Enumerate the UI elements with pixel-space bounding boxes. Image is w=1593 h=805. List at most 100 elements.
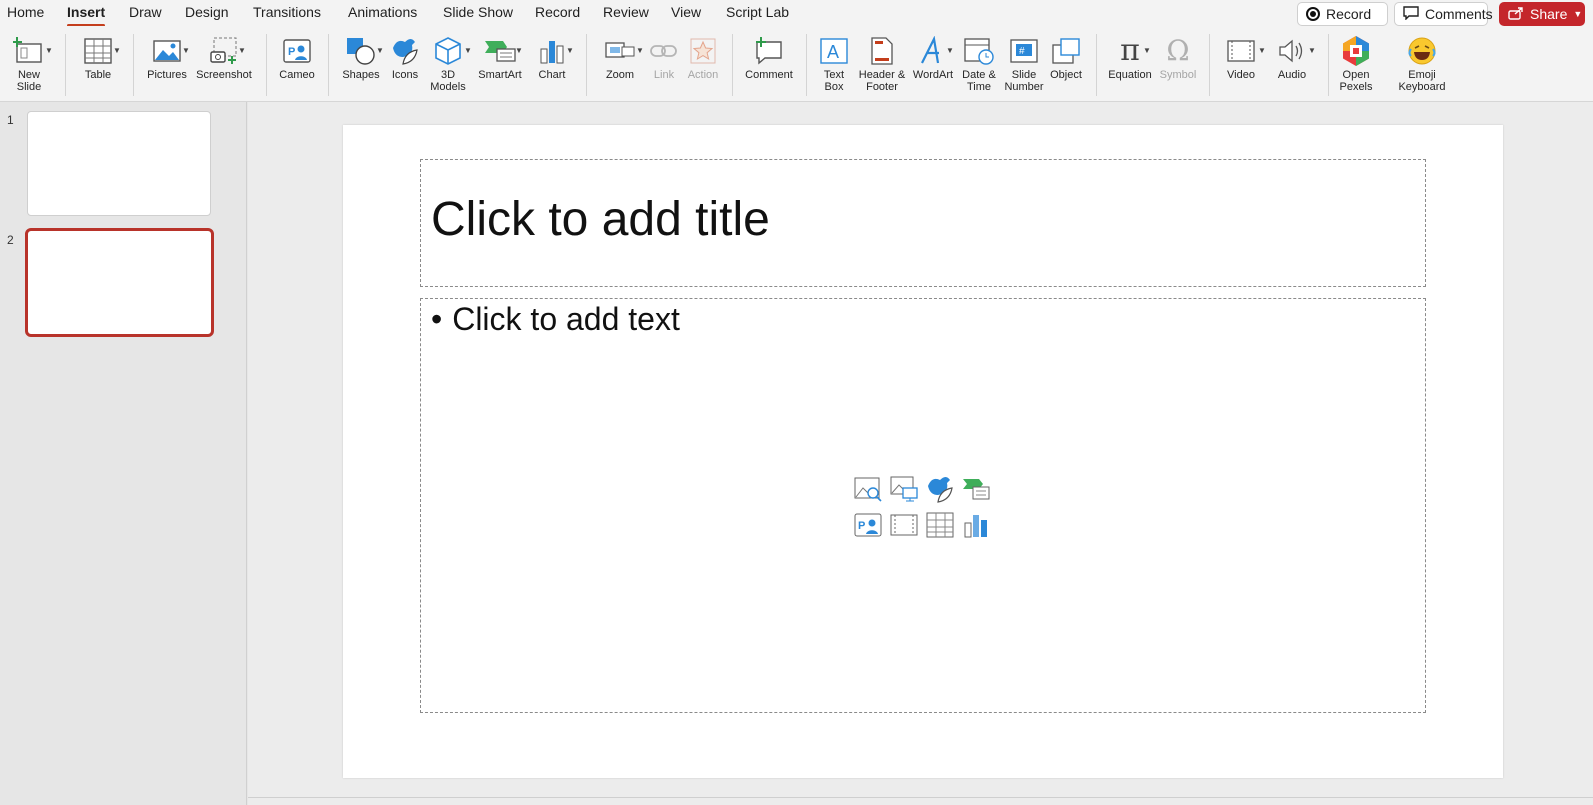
insert-chart-icon[interactable] <box>961 510 991 540</box>
action-star-icon <box>686 34 720 68</box>
pictures-chevron-down-icon[interactable]: ▼ <box>182 46 190 55</box>
ribbon-separator <box>806 34 807 96</box>
ribbon-tab-bar: Home Insert Draw Design Transitions Anim… <box>0 0 1593 27</box>
comment-button[interactable]: Comment <box>742 34 796 81</box>
wordart-chevron-down-icon[interactable]: ▼ <box>946 46 954 55</box>
stock-images-icon[interactable] <box>853 474 883 504</box>
ribbon-separator <box>266 34 267 96</box>
insert-video-icon[interactable] <box>889 510 919 540</box>
slide-number-label: 2 <box>7 233 14 247</box>
equation-chevron-down-icon[interactable]: ▼ <box>1143 46 1151 55</box>
ribbon-separator <box>1096 34 1097 96</box>
record-icon <box>1306 7 1320 21</box>
zoom-chevron-down-icon[interactable]: ▼ <box>636 46 644 55</box>
table-button[interactable]: Table <box>76 34 120 81</box>
tab-review[interactable]: Review <box>603 4 649 20</box>
3d-models-chevron-down-icon[interactable]: ▼ <box>464 46 472 55</box>
svg-text:#: # <box>1019 46 1025 57</box>
shapes-chevron-down-icon[interactable]: ▼ <box>376 46 384 55</box>
insert-ribbon: New Slide ▼ Table ▼ Pictures ▼ Screensho… <box>0 26 1593 102</box>
smartart-chevron-down-icon[interactable]: ▼ <box>515 46 523 55</box>
title-placeholder-text: Click to add title <box>431 193 770 246</box>
laughing-emoji-icon <box>1405 34 1439 68</box>
status-divider <box>248 797 1593 798</box>
chart-chevron-down-icon[interactable]: ▼ <box>566 46 574 55</box>
tab-slide-show[interactable]: Slide Show <box>443 4 513 20</box>
tab-transitions[interactable]: Transitions <box>253 4 321 20</box>
action-button[interactable]: Action <box>685 34 721 81</box>
svg-text:A: A <box>827 42 839 62</box>
insert-icons-icon[interactable] <box>925 474 955 504</box>
comment-bubble-icon <box>1403 5 1419 23</box>
tab-draw[interactable]: Draw <box>129 4 162 20</box>
link-icon <box>647 34 681 68</box>
chart-button[interactable]: Chart <box>531 34 573 81</box>
new-slide-button[interactable]: New Slide <box>6 34 52 93</box>
emoji-keyboard-button[interactable]: Emoji Keyboard <box>1396 34 1448 93</box>
tab-animations[interactable]: Animations <box>348 4 417 20</box>
comments-button[interactable]: Comments <box>1394 2 1493 26</box>
pictures-icon <box>150 34 184 68</box>
pictures-button[interactable]: Pictures <box>144 34 190 81</box>
smartart-button[interactable]: SmartArt <box>474 34 526 81</box>
date-time-button[interactable]: Date & Time <box>958 34 1000 93</box>
ribbon-separator <box>1328 34 1329 96</box>
bullet-glyph: • <box>431 301 443 337</box>
cameo-button[interactable]: P Cameo <box>276 34 318 81</box>
tab-home[interactable]: Home <box>7 4 44 20</box>
tab-insert[interactable]: Insert <box>67 4 106 27</box>
video-button[interactable]: Video <box>1219 34 1263 81</box>
screenshot-chevron-down-icon[interactable]: ▼ <box>238 46 246 55</box>
screenshot-button[interactable]: Screenshot <box>194 34 254 81</box>
omega-symbol-icon: Ω <box>1166 34 1190 67</box>
new-slide-chevron-down-icon[interactable]: ▼ <box>45 46 53 55</box>
cameo-icon: P <box>280 34 314 68</box>
slide-number-icon: # <box>1007 34 1041 68</box>
slide-number-label: 1 <box>7 113 14 127</box>
slide-number-button[interactable]: # Slide Number <box>1002 34 1046 93</box>
ribbon-separator <box>328 34 329 96</box>
audio-button[interactable]: Audio <box>1271 34 1313 81</box>
body-placeholder-label: Click to add text <box>452 301 680 337</box>
audio-chevron-down-icon[interactable]: ▼ <box>1308 46 1316 55</box>
table-chevron-down-icon[interactable]: ▼ <box>113 46 121 55</box>
symbol-button[interactable]: Ω Symbol <box>1156 34 1200 82</box>
record-button[interactable]: Record <box>1297 2 1388 26</box>
text-box-button[interactable]: A Text Box <box>815 34 853 93</box>
content-insert-icons: P <box>853 474 993 540</box>
insert-cameo-icon[interactable]: P <box>853 510 883 540</box>
svg-text:P: P <box>858 520 865 532</box>
table-icon <box>81 34 115 68</box>
insert-smartart-icon[interactable] <box>961 474 991 504</box>
title-placeholder[interactable]: Click to add title <box>420 159 1426 287</box>
shapes-icon <box>344 34 378 68</box>
tab-view[interactable]: View <box>671 4 701 20</box>
pictures-from-device-icon[interactable] <box>889 474 919 504</box>
zoom-button[interactable]: Zoom <box>598 34 642 81</box>
chevron-down-icon: ▼ <box>1573 9 1583 19</box>
video-icon <box>1224 34 1258 68</box>
insert-table-icon[interactable] <box>925 510 955 540</box>
shapes-button[interactable]: Shapes <box>338 34 384 81</box>
tab-design[interactable]: Design <box>185 4 229 20</box>
icons-button[interactable]: Icons <box>386 34 424 81</box>
link-button[interactable]: Link <box>648 34 680 81</box>
tab-record[interactable]: Record <box>535 4 580 20</box>
smartart-icon <box>483 34 517 68</box>
object-icon <box>1049 34 1083 68</box>
header-footer-button[interactable]: Header & Footer <box>856 34 908 93</box>
open-pexels-button[interactable]: Open Pexels <box>1335 34 1377 93</box>
bar-chart-icon <box>535 34 569 68</box>
tab-script-lab[interactable]: Script Lab <box>726 4 789 20</box>
object-button[interactable]: Object <box>1046 34 1086 81</box>
equation-button[interactable]: π Equation <box>1104 34 1156 82</box>
wordart-button[interactable]: WordArt <box>910 34 956 81</box>
video-chevron-down-icon[interactable]: ▼ <box>1258 46 1266 55</box>
slide-thumbnail-selected[interactable] <box>25 228 214 337</box>
3d-models-button[interactable]: 3D Models <box>428 34 468 93</box>
zoom-icon <box>603 34 637 68</box>
content-placeholder[interactable]: • Click to add text P <box>420 298 1426 713</box>
share-button[interactable]: Share ▼ <box>1499 2 1585 26</box>
slide-thumbnail[interactable] <box>27 111 211 216</box>
comment-icon <box>752 34 786 68</box>
